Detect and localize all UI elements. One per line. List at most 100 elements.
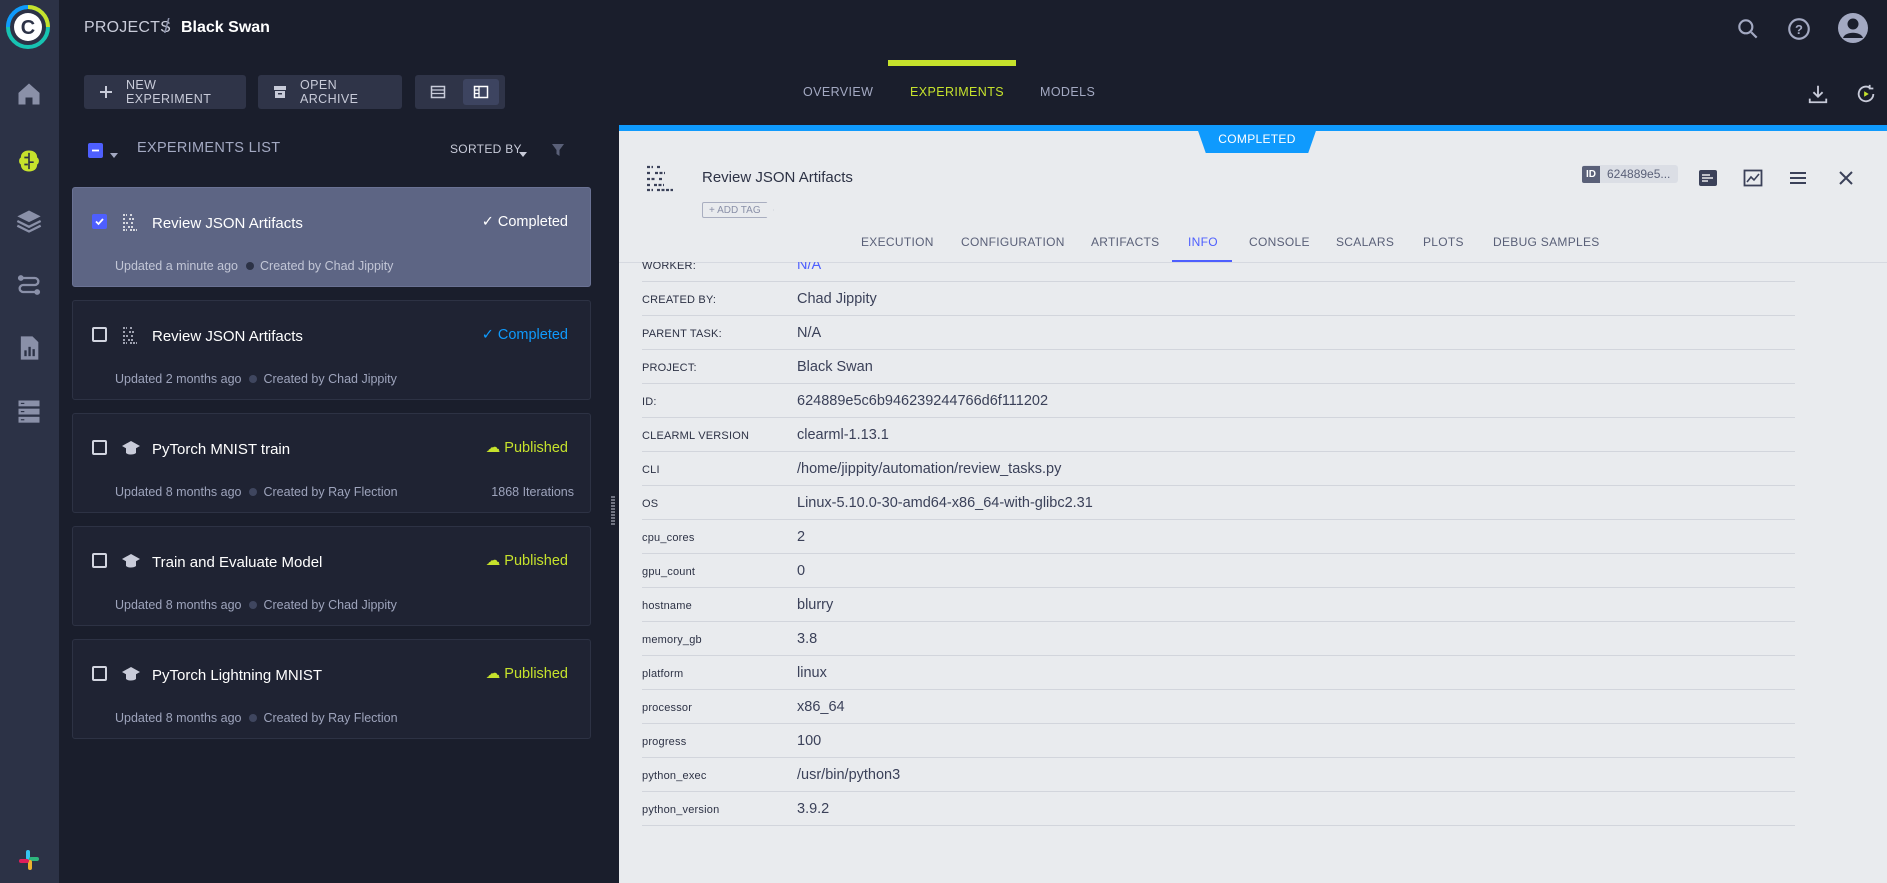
experiment-updated: Updated 8 months ago — [115, 711, 242, 725]
info-value: 2 — [797, 529, 806, 545]
info-key: gpu_count — [642, 566, 696, 578]
experiment-meta: Updated 8 months ago Created by Ray Flec… — [115, 485, 398, 499]
breadcrumb-projects[interactable]: PROJECTS — [84, 19, 171, 37]
tab-artifacts[interactable]: ARTIFACTS — [1091, 235, 1160, 249]
tab-execution[interactable]: EXECUTION — [861, 235, 934, 249]
info-row: gpu_count 0 — [642, 554, 1795, 588]
datasets-icon[interactable] — [14, 396, 44, 426]
new-experiment-button[interactable]: NEW EXPERIMENT — [84, 75, 246, 109]
project-header: NEW EXPERIMENT OPEN ARCHIVE OVERVIEW EXP… — [61, 58, 1887, 125]
download-icon[interactable] — [1807, 83, 1829, 105]
experiment-checkbox[interactable] — [92, 327, 107, 342]
experiment-checkbox[interactable] — [92, 666, 107, 681]
select-all-checkbox[interactable] — [88, 143, 103, 158]
info-row: CREATED BY: Chad Jippity — [642, 282, 1795, 316]
home-icon[interactable] — [14, 79, 44, 109]
experiment-iterations: 1868 Iterations — [491, 485, 574, 499]
info-value: 624889e5c6b946239244766d6f111202 — [797, 393, 1049, 409]
training-graduation-cap-icon — [121, 551, 141, 571]
info-value: N/A — [797, 325, 822, 341]
experiment-title[interactable]: Review JSON Artifacts — [702, 169, 853, 186]
svg-text:?: ? — [1795, 22, 1803, 37]
experiment-id-chip[interactable]: ID 624889e5... — [1582, 165, 1679, 183]
left-nav-rail: C — [0, 0, 60, 883]
data-processing-icon — [121, 325, 141, 345]
info-row: hostname blurry — [642, 588, 1795, 622]
tab-console[interactable]: CONSOLE — [1249, 235, 1310, 249]
sort-chevron-down-icon[interactable] — [518, 146, 528, 157]
tab-debug-samples[interactable]: DEBUG SAMPLES — [1493, 235, 1600, 249]
open-archive-button[interactable]: OPEN ARCHIVE — [258, 75, 402, 109]
svg-text:C: C — [21, 17, 35, 39]
active-tab-indicator — [888, 60, 1016, 66]
sorted-by-dropdown[interactable]: SORTED BY — [450, 142, 522, 156]
experiment-card[interactable]: Train and Evaluate Model ☁ Published Upd… — [72, 526, 591, 626]
select-menu-chevron-down-icon[interactable] — [109, 147, 119, 158]
console-log-icon[interactable] — [1697, 167, 1719, 189]
add-tag-button[interactable]: + ADD TAG — [702, 202, 774, 218]
slack-icon[interactable] — [17, 848, 41, 872]
tab-plots[interactable]: PLOTS — [1423, 235, 1464, 249]
tab-overview[interactable]: OVERVIEW — [803, 85, 873, 99]
info-key: cpu_cores — [642, 532, 695, 544]
info-row: platform linux — [642, 656, 1795, 690]
experiment-status: ✓ Completed — [481, 327, 568, 343]
status-ribbon: COMPLETED — [1196, 125, 1318, 153]
auto-refresh-icon[interactable] — [1855, 83, 1877, 105]
info-key: progress — [642, 736, 687, 748]
info-key: WORKER: — [642, 262, 696, 272]
experiment-checkbox[interactable] — [92, 214, 107, 229]
breadcrumb-project[interactable]: Black Swan — [181, 19, 270, 37]
experiment-status: ✓ Completed — [481, 214, 568, 230]
experiment-card[interactable]: PyTorch Lightning MNIST ☁ Published Upda… — [72, 639, 591, 739]
tab-experiments[interactable]: EXPERIMENTS — [910, 85, 1004, 99]
info-value: 0 — [797, 563, 806, 579]
tab-scalars[interactable]: SCALARS — [1336, 235, 1394, 249]
info-row: PARENT TASK: N/A — [642, 316, 1795, 350]
experiment-card[interactable]: Review JSON Artifacts ✓ Completed Update… — [72, 300, 591, 400]
experiment-status: ☁ Published — [485, 440, 568, 456]
info-key: python_exec — [642, 770, 707, 782]
scalars-chart-icon[interactable] — [1742, 167, 1764, 189]
panel-resize-handle[interactable] — [610, 495, 616, 527]
experiment-checkbox[interactable] — [92, 553, 107, 568]
tab-models[interactable]: MODELS — [1040, 85, 1095, 99]
layers-icon[interactable] — [14, 206, 44, 236]
clearml-logo-icon[interactable]: C — [6, 5, 50, 49]
info-row: python_exec/usr/bin/python3 — [642, 758, 1795, 792]
experiment-name: Review JSON Artifacts — [152, 328, 303, 345]
experiment-card[interactable]: PyTorch MNIST train ☁ Published Updated … — [72, 413, 591, 513]
experiments-list-panel: EXPERIMENTS LIST SORTED BY Review JSON A… — [61, 125, 607, 883]
data-processing-icon — [645, 163, 675, 193]
info-value: linux — [797, 665, 827, 681]
menu-hamburger-icon[interactable] — [1787, 167, 1809, 189]
experiment-updated: Updated 8 months ago — [115, 485, 242, 499]
info-key: PARENT TASK: — [642, 328, 722, 340]
training-graduation-cap-icon — [121, 438, 141, 458]
user-avatar-icon[interactable] — [1837, 12, 1869, 44]
experiments-list-title: EXPERIMENTS LIST — [137, 140, 281, 156]
experiment-checkbox[interactable] — [92, 440, 107, 455]
info-value: Black Swan — [797, 359, 873, 375]
id-label: ID — [1582, 165, 1600, 183]
meta-separator-dot — [249, 714, 258, 722]
help-icon[interactable]: ? — [1786, 16, 1812, 42]
experiment-details-panel: COMPLETED Review JSON Artifacts + ADD TA… — [619, 125, 1887, 883]
experiment-meta: Updated 8 months ago Created by Ray Flec… — [115, 711, 398, 725]
open-archive-label: OPEN ARCHIVE — [300, 78, 359, 106]
info-key: hostname — [642, 600, 692, 612]
tab-info[interactable]: INFO — [1188, 235, 1218, 249]
brain-icon[interactable] — [14, 146, 44, 176]
experiment-name: Train and Evaluate Model — [152, 554, 323, 571]
info-key: ID: — [642, 396, 657, 408]
details-view-icon[interactable] — [463, 79, 499, 105]
info-row: OS Linux-5.10.0-30-amd64-x86_64-with-glib… — [642, 486, 1795, 520]
filter-icon[interactable] — [551, 143, 565, 157]
search-icon[interactable] — [1735, 16, 1761, 42]
pipelines-icon[interactable] — [14, 270, 44, 300]
close-icon[interactable] — [1835, 167, 1857, 189]
tab-configuration[interactable]: CONFIGURATION — [961, 235, 1065, 249]
reports-icon[interactable] — [14, 333, 44, 363]
table-view-icon[interactable] — [420, 79, 456, 105]
experiment-card[interactable]: Review JSON Artifacts ✓ Completed Update… — [72, 187, 591, 287]
